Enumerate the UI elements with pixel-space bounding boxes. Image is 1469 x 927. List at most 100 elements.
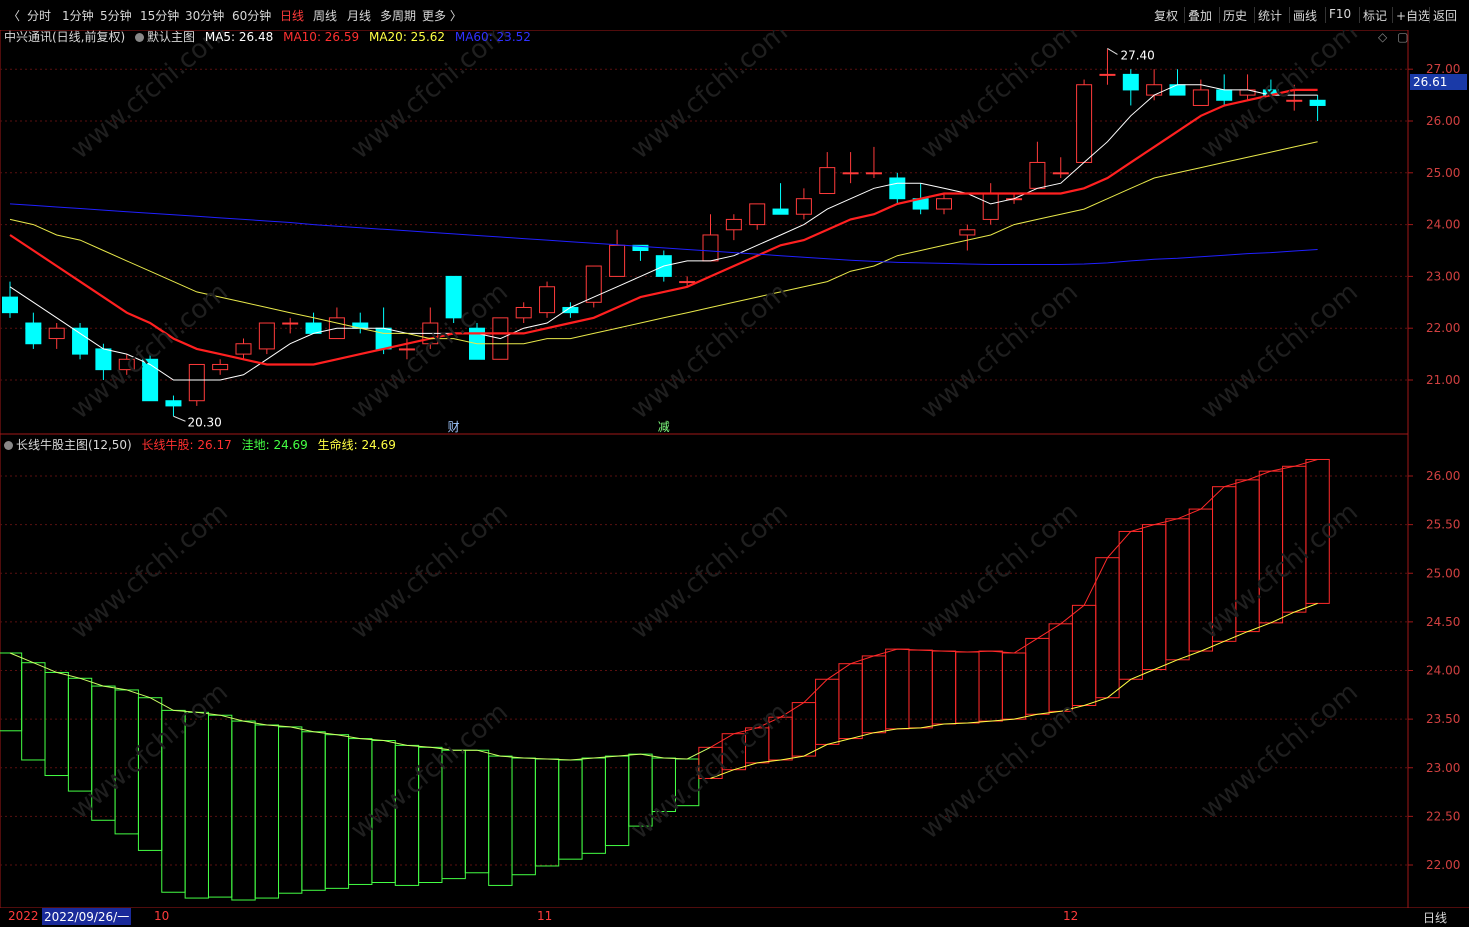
period-tab-1[interactable]: 1分钟: [62, 7, 94, 24]
candle-body: [1146, 84, 1163, 96]
band-bar: [908, 649, 933, 729]
candle-body: [1052, 172, 1069, 175]
toolbar-divider: [1429, 7, 1430, 23]
candle-body: [25, 322, 42, 345]
band-bar: [1141, 524, 1167, 671]
candle-body: [258, 322, 275, 350]
cfchi-watermark: www.cfchi.com: [625, 277, 794, 425]
tool-button-3[interactable]: 统计: [1258, 7, 1282, 24]
period-tab-6[interactable]: 日线: [280, 7, 304, 24]
main-tick-label: 26.00: [1426, 114, 1460, 128]
tool-button-4[interactable]: 画线: [1293, 7, 1317, 24]
candle-body: [842, 172, 859, 175]
period-tab-8[interactable]: 月线: [347, 7, 371, 24]
diamond-icon[interactable]: ◇: [1378, 30, 1387, 44]
candle-body: [819, 167, 836, 195]
period-tab-5[interactable]: 60分钟: [232, 7, 271, 24]
main-tick-label: 23.00: [1426, 269, 1460, 283]
band-bar: [815, 678, 840, 745]
sub-tick-label: 23.50: [1426, 712, 1460, 726]
cfchi-watermark: www.cfchi.com: [625, 497, 794, 645]
candle-body: [609, 244, 626, 277]
main-tick-label: 22.00: [1426, 321, 1460, 335]
stock-title: 中兴通讯(日线,前复权): [4, 30, 126, 44]
sub-tick-label: 24.00: [1426, 664, 1460, 678]
toolbar-divider: [1219, 7, 1220, 23]
tool-button-0[interactable]: 复权: [1154, 7, 1178, 24]
band-bar: [978, 650, 1003, 722]
period-tab-0[interactable]: 分时: [27, 7, 51, 24]
depression-value: 洼地: 24.69: [241, 438, 308, 452]
ma5-value: MA5: 26.48: [204, 30, 274, 44]
tool-button-5[interactable]: F10: [1329, 7, 1351, 21]
band-bar: [1071, 604, 1097, 707]
lifeline-value: 生命线: 24.69: [317, 438, 396, 452]
band-bar: [931, 650, 957, 725]
toolbar-divider: [1359, 7, 1360, 23]
period-toolbar: 分时 1分钟 5分钟 15分钟 30分钟 60分钟 日线 周线 月线 多周期 更多 〉 复权 叠加 历史统…: [0, 0, 1469, 30]
candle-body: [48, 327, 65, 340]
candle-body: [1099, 73, 1116, 76]
template-menu-icon[interactable]: [135, 33, 145, 42]
candle-body: [1216, 89, 1233, 101]
toolbar-divider: [1184, 7, 1185, 23]
cfchi-watermark: www.cfchi.com: [345, 497, 514, 645]
band-bar: [254, 724, 280, 899]
year-label: 2022: [8, 909, 39, 923]
band-bar: [184, 711, 209, 899]
band-bar: [885, 648, 910, 730]
template-name[interactable]: 默认主图: [147, 30, 195, 44]
tool-button-7[interactable]: +自选: [1396, 7, 1430, 24]
period-tab-4[interactable]: 30分钟: [185, 7, 224, 24]
period-tab-3[interactable]: 15分钟: [140, 7, 179, 24]
ma10-value: MA10: 26.59: [283, 30, 360, 44]
period-tab-9[interactable]: 多周期: [380, 7, 416, 24]
candle-body: [865, 172, 882, 175]
band-bar: [1025, 637, 1050, 715]
band-bar: [207, 714, 233, 898]
month-10: 10: [154, 909, 170, 923]
high-marker-line: [1107, 48, 1118, 55]
tool-button-8[interactable]: 返回: [1433, 7, 1457, 24]
period-tab-7[interactable]: 周线: [313, 7, 337, 24]
candle-body: [212, 363, 229, 371]
candle-body: [1169, 84, 1186, 96]
tool-button-2[interactable]: 历史: [1223, 7, 1247, 24]
band-bar: [1118, 530, 1143, 680]
stock-chart[interactable]: 21.0022.0023.0024.0025.0026.0027.0022.00…: [0, 0, 1469, 927]
period-switch[interactable]: 日线: [1423, 909, 1447, 926]
event-marker-finance: 财: [448, 420, 460, 434]
band-bar: [558, 759, 583, 860]
band-bar: [44, 671, 69, 777]
sub-tick-label: 25.00: [1426, 566, 1460, 580]
candle-body: [375, 327, 392, 350]
toolbar-divider: [1325, 7, 1326, 23]
band-bar: [301, 731, 326, 891]
candle-body: [515, 306, 532, 319]
candle-body: [188, 363, 205, 402]
panel-controls: ◇ ▢: [1378, 30, 1408, 44]
candle-body: [702, 234, 719, 262]
band-bar: [278, 726, 303, 894]
band-bar: [534, 758, 560, 867]
sub-tick-label: 24.50: [1426, 615, 1460, 629]
event-marker-reduce: 减: [658, 420, 670, 434]
period-tab-2[interactable]: 5分钟: [100, 7, 132, 24]
candle-body: [1309, 99, 1326, 106]
candle-body: [72, 327, 89, 355]
candle-body: [1122, 73, 1139, 91]
band-bar: [21, 662, 46, 761]
tool-button-1[interactable]: 叠加: [1188, 7, 1212, 24]
period-tab-10[interactable]: 更多 〉: [422, 7, 462, 24]
tool-button-6[interactable]: 标记: [1363, 7, 1387, 24]
indicator-menu-icon[interactable]: [4, 441, 13, 450]
indicator-title[interactable]: 长线牛股主图(12,50): [16, 438, 132, 452]
back-arrow-icon[interactable]: 〈: [8, 7, 20, 24]
candle-body: [539, 286, 556, 314]
band-bar: [955, 651, 980, 724]
candle-body: [725, 218, 742, 231]
candle-body: [282, 322, 299, 325]
low-marker-line: [173, 415, 186, 422]
cursor-date: 2022/09/26/一: [42, 908, 132, 925]
window-restore-icon[interactable]: ▢: [1397, 30, 1408, 44]
